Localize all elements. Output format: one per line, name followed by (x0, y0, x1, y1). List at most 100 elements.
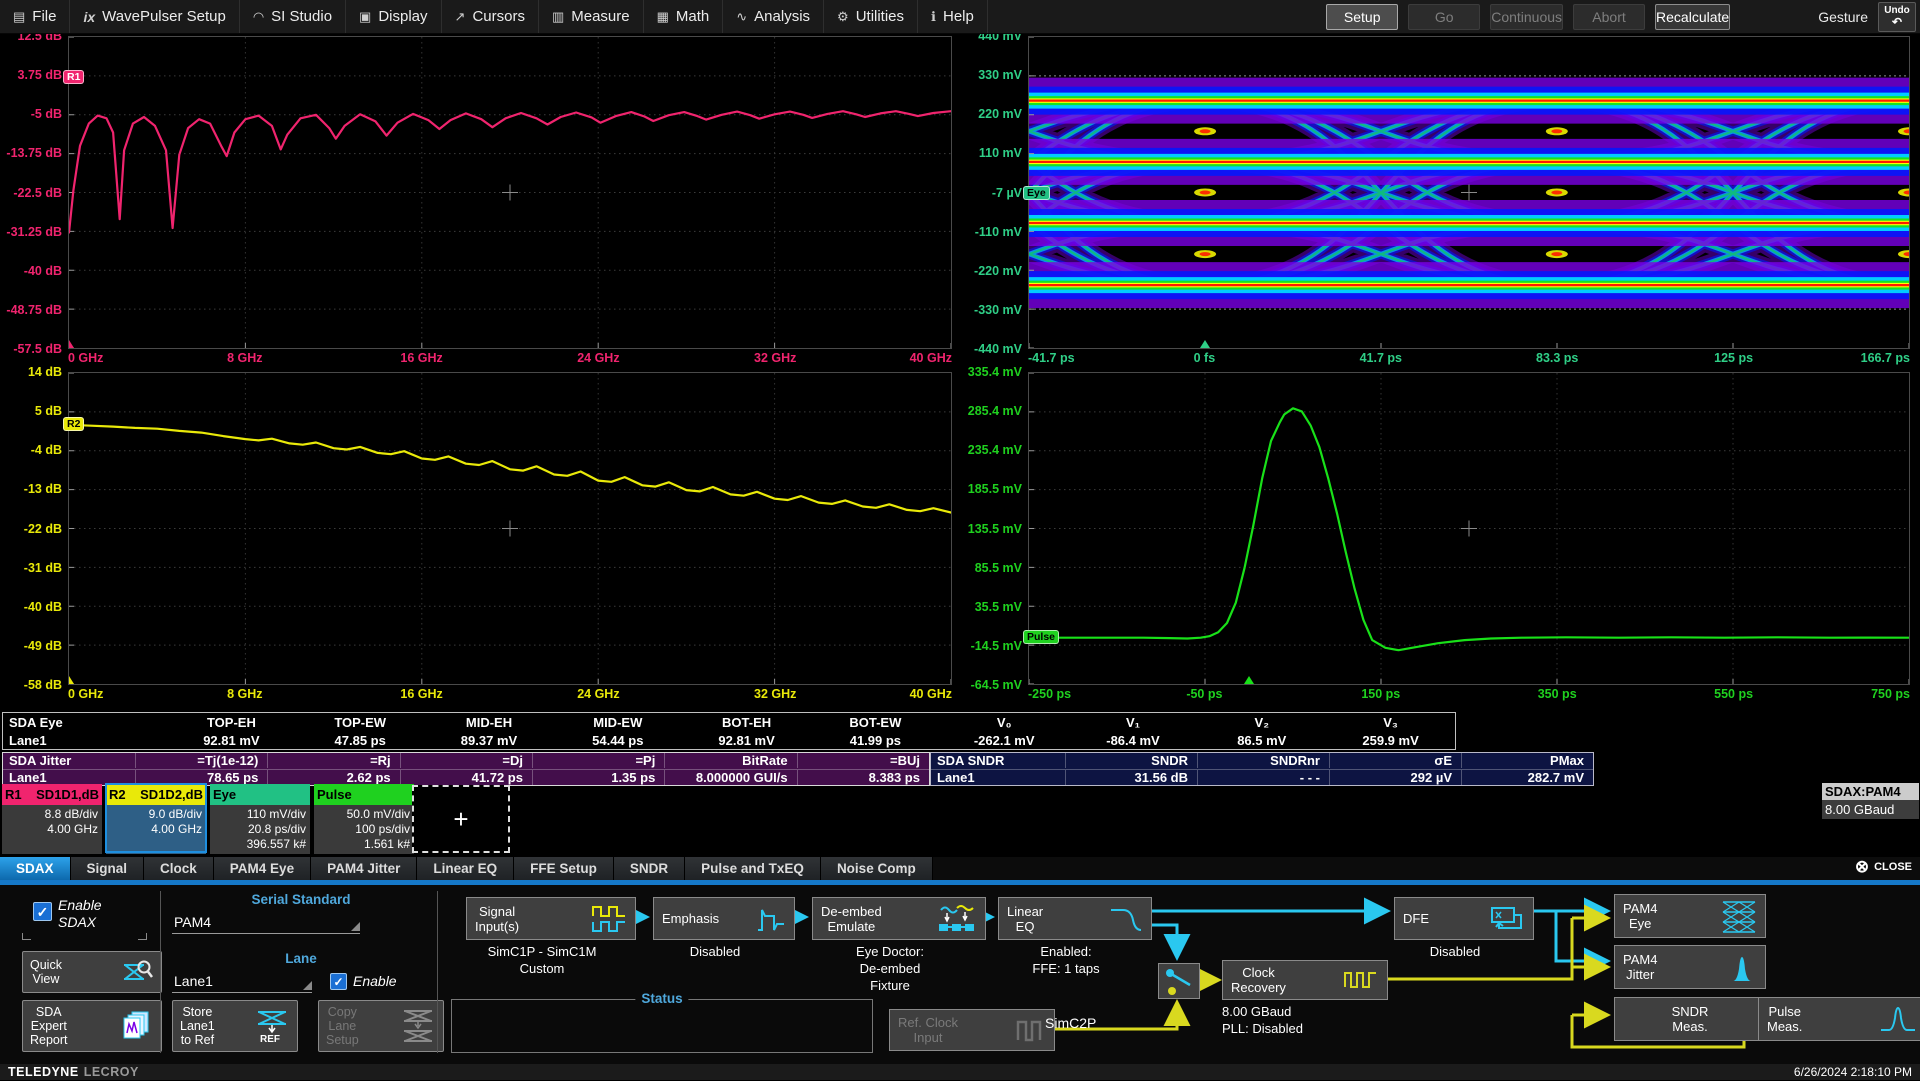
undo-arrow-icon: ↶ (1892, 16, 1902, 28)
flow-node-dfe[interactable]: DFE (1394, 897, 1534, 940)
trace-badge-r2[interactable]: R2 (63, 417, 84, 431)
tab-noise-comp[interactable]: Noise Comp (821, 857, 933, 880)
x-tick-label: 750 ps (1871, 687, 1910, 701)
plot-area[interactable]: Pulse (1028, 372, 1910, 685)
tab-signal[interactable]: Signal (71, 857, 145, 880)
tab-sndr[interactable]: SNDR (614, 857, 685, 880)
trace-badge-pulse[interactable]: Pulse (1023, 630, 1059, 644)
tab-pulse-and-txeq[interactable]: Pulse and TxEQ (685, 857, 821, 880)
y-tick-label: -31 dB (24, 561, 62, 575)
add-trace-box[interactable]: + (412, 785, 510, 853)
menu-item-measure[interactable]: ▥Measure (539, 0, 644, 33)
y-tick-label: -7 µV (992, 186, 1022, 200)
sdax-status-badge[interactable]: SDAX:PAM4 8.00 GBaud (1822, 783, 1919, 819)
x-tick-label: 125 ps (1714, 351, 1753, 365)
wavepulser-setup-icon: ix (83, 9, 95, 25)
clock-recovery-label: Clock Recovery (1231, 965, 1286, 995)
tab-pam4-jitter[interactable]: PAM4 Jitter (311, 857, 417, 880)
trace-descriptor-r2[interactable]: R2SD1D2,dB9.0 dB/div4.00 GHz (106, 784, 206, 852)
col-header: σE (1329, 753, 1461, 768)
y-tick-label: -40 dB (24, 264, 62, 278)
sim-c2p-label: SimC2P (1045, 1015, 1096, 1032)
clock-recovery-icon (1343, 967, 1379, 993)
plot-pulse-response: 335.4 mV285.4 mV235.4 mV185.5 mV135.5 mV… (952, 372, 1920, 702)
signal-input-label: Signal Input(s) (475, 904, 519, 934)
plot-insertion-loss: 12.5 dB3.75 dB-5 dB-13.75 dB-22.5 dB-31.… (0, 36, 952, 366)
descriptor-line: 1.561 k# (314, 837, 410, 852)
menu-item-cursors[interactable]: ↗Cursors (442, 0, 539, 33)
trace-badge-eye[interactable]: Eye (1023, 186, 1050, 200)
tab-strip (0, 880, 1920, 885)
ref-clock-input-label: Ref. Clock Input (898, 1015, 958, 1045)
plot-area[interactable]: Eye (1028, 36, 1910, 349)
flow-node-deembed-emulate[interactable]: De-embed Emulate (812, 897, 986, 940)
tab-bar: SDAXSignalClockPAM4 EyePAM4 JitterLinear… (0, 857, 1920, 885)
trace-id: R2 (109, 787, 126, 802)
menu-item-display[interactable]: ▣Display (346, 0, 441, 33)
undo-button[interactable]: Undo ↶ (1878, 2, 1916, 32)
setup-button[interactable]: Setup (1326, 4, 1398, 30)
trace-source: SD1D1,dB (36, 787, 99, 802)
continuous-button[interactable]: Continuous (1490, 4, 1563, 30)
menu-item-math[interactable]: ▦Math (644, 0, 724, 33)
y-tick-label: -22.5 dB (13, 186, 62, 200)
tab-sdax[interactable]: SDAX (0, 857, 71, 880)
flow-node-sndr-meas[interactable]: SNDR Meas. (1614, 997, 1766, 1041)
emphasis-label: Emphasis (662, 911, 719, 926)
x-tick-label: 16 GHz (400, 351, 442, 365)
flow-node-ref-clock-input[interactable]: Ref. Clock Input (889, 1009, 1055, 1051)
tab-pam4-eye[interactable]: PAM4 Eye (214, 857, 311, 880)
close-button[interactable]: ⊗ CLOSE (1855, 858, 1912, 875)
trace-badge-r1[interactable]: R1 (63, 70, 84, 84)
x-tick-label: 16 GHz (400, 687, 442, 701)
trace-descriptor-eye[interactable]: Eye110 mV/div20.8 ps/div396.557 k# (210, 784, 310, 852)
y-tick-label: 335.4 mV (968, 365, 1022, 379)
close-icon: ⊗ (1855, 858, 1869, 875)
col-header: =Tj(1e-12) (135, 753, 267, 768)
flow-node-pam4-eye[interactable]: PAM4 Eye (1614, 894, 1766, 938)
flow-node-clock-recovery[interactable]: Clock Recovery (1222, 960, 1388, 1000)
menu-item-si-studio[interactable]: ◠SI Studio (240, 0, 346, 33)
recalculate-button[interactable]: Recalculate (1655, 4, 1730, 30)
tab-linear-eq[interactable]: Linear EQ (417, 857, 514, 880)
help-icon: ℹ (931, 9, 936, 25)
trace-descriptor-r1[interactable]: R1SD1D1,dB8.8 dB/div4.00 GHz (2, 784, 102, 852)
col-header: BOT-EH (682, 715, 811, 730)
plot-area[interactable]: R2 (68, 372, 952, 685)
linear-eq-caption: Enabled: FFE: 1 taps (998, 943, 1134, 977)
deembed-emulate-label: De-embed Emulate (821, 904, 882, 934)
x-tick-label: 32 GHz (754, 351, 796, 365)
linear-eq-label: Linear EQ (1007, 904, 1043, 934)
menu-item-analysis[interactable]: ∿Analysis (723, 0, 824, 33)
y-tick-label: -5 dB (31, 107, 62, 121)
x-tick-label: 0 fs (1194, 351, 1216, 365)
menu-item-utilities[interactable]: ⚙Utilities (824, 0, 918, 33)
col-value: 1.35 ps (532, 770, 664, 785)
flow-node-pulse-meas[interactable]: Pulse Meas. (1758, 997, 1920, 1041)
flow-node-emphasis[interactable]: Emphasis (653, 897, 795, 940)
plot-area[interactable]: R1 (68, 36, 952, 349)
math-icon: ▦ (657, 9, 669, 25)
descriptor-body: 110 mV/div20.8 ps/div396.557 k# (210, 805, 310, 854)
tab-clock[interactable]: Clock (144, 857, 214, 880)
flow-node-signal-input[interactable]: Signal Input(s) (466, 897, 636, 940)
y-tick-label: -220 mV (974, 264, 1022, 278)
menu-item-label: Utilities (856, 8, 904, 25)
abort-button[interactable]: Abort (1573, 4, 1645, 30)
sdax-badge-value: 8.00 GBaud (1822, 800, 1919, 819)
trace-descriptor-pulse[interactable]: Pulse50.0 mV/div100 ps/div1.561 k# (314, 784, 414, 852)
x-axis-labels: 0 GHz8 GHz16 GHz24 GHz32 GHz40 GHz (68, 685, 952, 702)
y-tick-label: -13 dB (24, 482, 62, 496)
col-header: PMax (1461, 753, 1593, 768)
tab-ffe-setup[interactable]: FFE Setup (514, 857, 614, 880)
col-value: 78.65 ps (135, 770, 267, 785)
menu-item-help[interactable]: ℹHelp (918, 0, 988, 33)
col-value: 92.81 mV (682, 733, 811, 748)
go-button[interactable]: Go (1408, 4, 1480, 30)
descriptor-header: R1SD1D1,dB (2, 784, 102, 805)
flow-node-mux-switch[interactable] (1158, 963, 1200, 999)
menu-item-wavepulser-setup[interactable]: ixWavePulser Setup (70, 0, 239, 33)
flow-node-pam4-jitter[interactable]: PAM4 Jitter (1614, 945, 1766, 989)
flow-node-linear-eq[interactable]: Linear EQ (998, 897, 1152, 940)
menu-item-file[interactable]: ▤File (0, 0, 70, 33)
